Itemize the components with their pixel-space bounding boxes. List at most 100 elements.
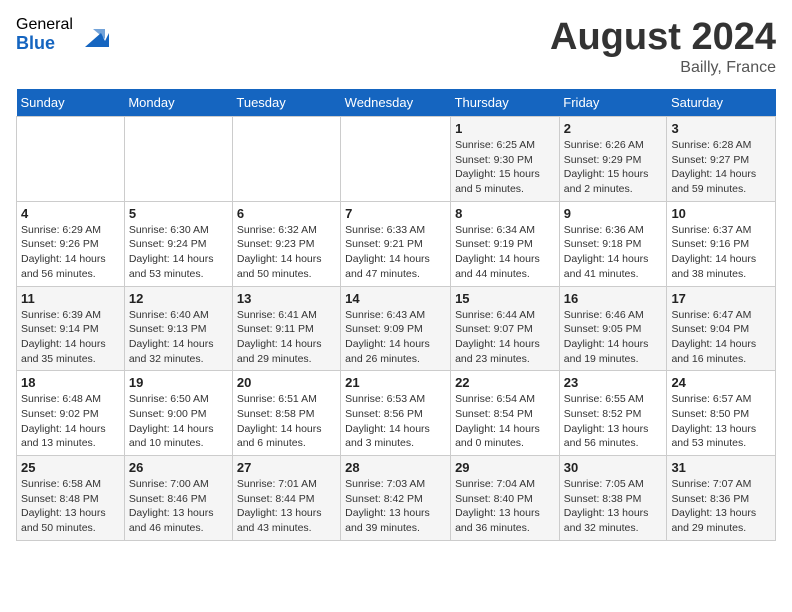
calendar-cell: 22 Sunrise: 6:54 AM Sunset: 8:54 PM Dayli… xyxy=(451,371,560,456)
day-info: Sunrise: 6:51 AM Sunset: 8:58 PM Dayligh… xyxy=(237,392,336,451)
day-number: 23 xyxy=(564,375,663,390)
calendar-cell: 3Sunrise: 6:28 AM Sunset: 9:27 PM Daylig… xyxy=(667,117,776,202)
logo-blue: Blue xyxy=(16,34,73,54)
calendar-cell: 5 Sunrise: 6:30 AM Sunset: 9:24 PM Daylig… xyxy=(124,201,232,286)
location: Bailly, France xyxy=(550,59,776,77)
day-number: 15 xyxy=(455,291,555,306)
day-info: Sunrise: 6:58 AM Sunset: 8:48 PM Dayligh… xyxy=(21,477,120,536)
day-number: 24 xyxy=(671,375,771,390)
day-number: 16 xyxy=(564,291,663,306)
calendar-cell: 1Sunrise: 6:25 AM Sunset: 9:30 PM Daylig… xyxy=(451,117,560,202)
calendar-cell xyxy=(124,117,232,202)
day-info: Sunrise: 6:54 AM Sunset: 8:54 PM Dayligh… xyxy=(455,392,555,451)
day-number: 17 xyxy=(671,291,771,306)
day-info: Sunrise: 6:32 AM Sunset: 9:23 PM Dayligh… xyxy=(237,223,336,282)
day-info: Sunrise: 6:41 AM Sunset: 9:11 PM Dayligh… xyxy=(237,308,336,367)
day-number: 13 xyxy=(237,291,336,306)
day-info: Sunrise: 7:07 AM Sunset: 8:36 PM Dayligh… xyxy=(671,477,771,536)
calendar-cell: 2 Sunrise: 6:26 AM Sunset: 9:29 PM Daylig… xyxy=(559,117,667,202)
day-number: 5 xyxy=(129,206,228,221)
day-number: 19 xyxy=(129,375,228,390)
day-number: 20 xyxy=(237,375,336,390)
day-info: Sunrise: 6:57 AM Sunset: 8:50 PM Dayligh… xyxy=(671,392,771,451)
day-number: 18 xyxy=(21,375,120,390)
day-info: Sunrise: 6:47 AM Sunset: 9:04 PM Dayligh… xyxy=(671,308,771,367)
day-number: 26 xyxy=(129,460,228,475)
calendar-cell: 13 Sunrise: 6:41 AM Sunset: 9:11 PM Dayli… xyxy=(232,286,340,371)
calendar-cell: 6 Sunrise: 6:32 AM Sunset: 9:23 PM Daylig… xyxy=(232,201,340,286)
calendar-week-row: 11 Sunrise: 6:39 AM Sunset: 9:14 PM Dayli… xyxy=(17,286,776,371)
day-info: Sunrise: 6:29 AM Sunset: 9:26 PM Dayligh… xyxy=(21,223,120,282)
day-number: 21 xyxy=(345,375,446,390)
title-area: August 2024 Bailly, France xyxy=(550,16,776,77)
calendar-cell: 4Sunrise: 6:29 AM Sunset: 9:26 PM Daylig… xyxy=(17,201,125,286)
day-info: Sunrise: 6:34 AM Sunset: 9:19 PM Dayligh… xyxy=(455,223,555,282)
day-number: 25 xyxy=(21,460,120,475)
calendar-cell: 25 Sunrise: 6:58 AM Sunset: 8:48 PM Dayli… xyxy=(17,456,125,541)
weekday-header-friday: Friday xyxy=(559,89,667,117)
calendar-cell: 27Sunrise: 7:01 AM Sunset: 8:44 PM Dayli… xyxy=(232,456,340,541)
calendar-cell: 19 Sunrise: 6:50 AM Sunset: 9:00 PM Dayli… xyxy=(124,371,232,456)
day-number: 3 xyxy=(671,121,771,136)
day-number: 6 xyxy=(237,206,336,221)
day-info: Sunrise: 6:39 AM Sunset: 9:14 PM Dayligh… xyxy=(21,308,120,367)
day-number: 12 xyxy=(129,291,228,306)
day-number: 10 xyxy=(671,206,771,221)
day-number: 30 xyxy=(564,460,663,475)
day-info: Sunrise: 6:26 AM Sunset: 9:29 PM Dayligh… xyxy=(564,138,663,197)
day-number: 1 xyxy=(455,121,555,136)
calendar-cell: 28Sunrise: 7:03 AM Sunset: 8:42 PM Dayli… xyxy=(341,456,451,541)
weekday-header-thursday: Thursday xyxy=(451,89,560,117)
calendar-cell: 26Sunrise: 7:00 AM Sunset: 8:46 PM Dayli… xyxy=(124,456,232,541)
calendar-cell xyxy=(341,117,451,202)
logo-icon xyxy=(77,19,109,51)
calendar-week-row: 25 Sunrise: 6:58 AM Sunset: 8:48 PM Dayli… xyxy=(17,456,776,541)
weekday-header-tuesday: Tuesday xyxy=(232,89,340,117)
calendar-cell: 31 Sunrise: 7:07 AM Sunset: 8:36 PM Dayli… xyxy=(667,456,776,541)
day-number: 9 xyxy=(564,206,663,221)
weekday-header-monday: Monday xyxy=(124,89,232,117)
day-info: Sunrise: 7:04 AM Sunset: 8:40 PM Dayligh… xyxy=(455,477,555,536)
day-info: Sunrise: 6:55 AM Sunset: 8:52 PM Dayligh… xyxy=(564,392,663,451)
day-number: 8 xyxy=(455,206,555,221)
calendar-week-row: 1Sunrise: 6:25 AM Sunset: 9:30 PM Daylig… xyxy=(17,117,776,202)
calendar-cell: 18 Sunrise: 6:48 AM Sunset: 9:02 PM Dayli… xyxy=(17,371,125,456)
calendar-cell: 15 Sunrise: 6:44 AM Sunset: 9:07 PM Dayli… xyxy=(451,286,560,371)
weekday-header-row: SundayMondayTuesdayWednesdayThursdayFrid… xyxy=(17,89,776,117)
calendar-cell: 16Sunrise: 6:46 AM Sunset: 9:05 PM Dayli… xyxy=(559,286,667,371)
calendar-cell: 29 Sunrise: 7:04 AM Sunset: 8:40 PM Dayli… xyxy=(451,456,560,541)
calendar-table: SundayMondayTuesdayWednesdayThursdayFrid… xyxy=(16,89,776,541)
day-number: 29 xyxy=(455,460,555,475)
day-number: 2 xyxy=(564,121,663,136)
weekday-header-sunday: Sunday xyxy=(17,89,125,117)
calendar-cell xyxy=(17,117,125,202)
calendar-cell: 7 Sunrise: 6:33 AM Sunset: 9:21 PM Daylig… xyxy=(341,201,451,286)
calendar-cell xyxy=(232,117,340,202)
calendar-cell: 21 Sunrise: 6:53 AM Sunset: 8:56 PM Dayli… xyxy=(341,371,451,456)
logo: General Blue xyxy=(16,16,109,53)
calendar-cell: 8 Sunrise: 6:34 AM Sunset: 9:19 PM Daylig… xyxy=(451,201,560,286)
day-info: Sunrise: 6:36 AM Sunset: 9:18 PM Dayligh… xyxy=(564,223,663,282)
day-info: Sunrise: 6:50 AM Sunset: 9:00 PM Dayligh… xyxy=(129,392,228,451)
day-info: Sunrise: 7:03 AM Sunset: 8:42 PM Dayligh… xyxy=(345,477,446,536)
day-info: Sunrise: 7:05 AM Sunset: 8:38 PM Dayligh… xyxy=(564,477,663,536)
day-info: Sunrise: 6:33 AM Sunset: 9:21 PM Dayligh… xyxy=(345,223,446,282)
day-number: 22 xyxy=(455,375,555,390)
calendar-week-row: 18 Sunrise: 6:48 AM Sunset: 9:02 PM Dayli… xyxy=(17,371,776,456)
logo-general: General xyxy=(16,16,73,34)
day-info: Sunrise: 7:01 AM Sunset: 8:44 PM Dayligh… xyxy=(237,477,336,536)
day-info: Sunrise: 6:48 AM Sunset: 9:02 PM Dayligh… xyxy=(21,392,120,451)
calendar-cell: 14Sunrise: 6:43 AM Sunset: 9:09 PM Dayli… xyxy=(341,286,451,371)
day-info: Sunrise: 6:53 AM Sunset: 8:56 PM Dayligh… xyxy=(345,392,446,451)
calendar-cell: 17 Sunrise: 6:47 AM Sunset: 9:04 PM Dayli… xyxy=(667,286,776,371)
calendar-cell: 20 Sunrise: 6:51 AM Sunset: 8:58 PM Dayli… xyxy=(232,371,340,456)
day-info: Sunrise: 6:30 AM Sunset: 9:24 PM Dayligh… xyxy=(129,223,228,282)
day-number: 31 xyxy=(671,460,771,475)
calendar-cell: 11 Sunrise: 6:39 AM Sunset: 9:14 PM Dayli… xyxy=(17,286,125,371)
day-info: Sunrise: 6:43 AM Sunset: 9:09 PM Dayligh… xyxy=(345,308,446,367)
page-header: General Blue August 2024 Bailly, France xyxy=(16,16,776,77)
calendar-cell: 30 Sunrise: 7:05 AM Sunset: 8:38 PM Dayli… xyxy=(559,456,667,541)
day-info: Sunrise: 6:44 AM Sunset: 9:07 PM Dayligh… xyxy=(455,308,555,367)
day-number: 7 xyxy=(345,206,446,221)
day-number: 11 xyxy=(21,291,120,306)
